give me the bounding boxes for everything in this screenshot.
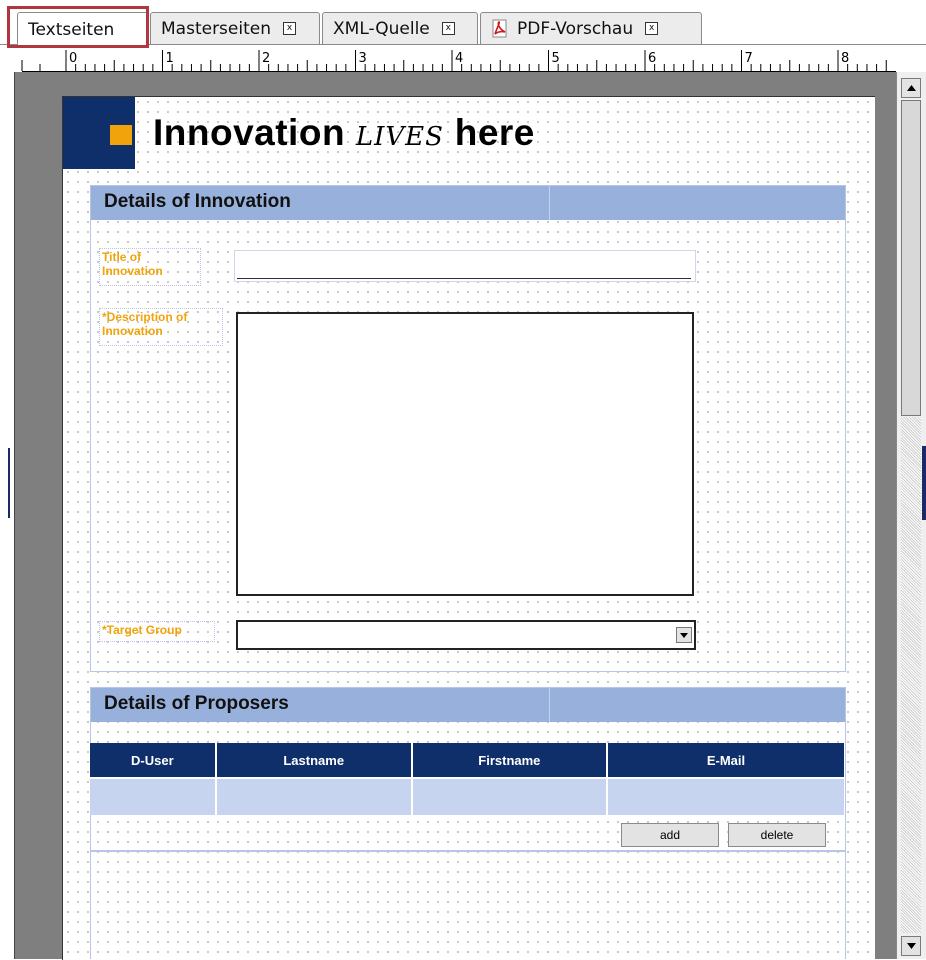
arrow-up-icon [906,85,916,91]
scroll-thumb[interactable] [901,100,921,416]
canvas-border [14,72,15,959]
close-icon[interactable]: x [441,22,455,35]
delete-row-button[interactable]: delete [728,823,826,847]
tab-label: XML-Quelle [333,18,430,39]
scroll-down-button[interactable] [901,936,921,956]
target-group-label: *Target Group [99,621,215,642]
header-divider [549,688,550,722]
form-title: Innovation LIVES here [153,112,535,154]
ruler-number: 6 [648,51,656,66]
column-header: D-User [90,743,217,778]
edge-marker [8,448,10,518]
table-row [90,777,844,815]
section-heading: Details of Proposers [104,693,289,714]
table-cell[interactable] [606,777,844,815]
tab-label: Masterseiten [161,18,271,39]
section-header: Details of Innovation [91,186,845,220]
title-field[interactable] [234,250,696,282]
scroll-track[interactable] [901,417,921,933]
title-script: LIVES [355,122,444,152]
ruler-number: 2 [262,51,270,66]
ruler-number: 0 [69,51,77,66]
left-margin [0,72,14,959]
tab-xml-quelle[interactable]: XML-Quelle x [322,12,478,44]
table-cell[interactable] [411,777,608,815]
header-divider [549,186,550,220]
ruler-ticks: 0 1 2 3 4 5 6 7 8 [21,50,887,71]
tab-bar: Textseiten Masterseiten x XML-Quelle x P… [0,0,926,48]
ruler-number: 3 [359,51,367,66]
ruler-number: 8 [841,51,849,66]
section-heading: Details of Innovation [104,191,291,212]
section-header: Details of Proposers [91,688,845,722]
column-header: Firstname [411,743,608,778]
ruler-number: 5 [552,51,560,66]
ruler-number: 7 [745,51,753,66]
target-group-select[interactable] [236,620,696,650]
pdf-icon [492,19,507,37]
close-icon[interactable]: x [283,22,296,35]
table-cell[interactable] [215,777,413,815]
horizontal-ruler: 0 1 2 3 4 5 6 7 8 [0,48,896,72]
arrow-down-icon [906,943,916,949]
column-header: E-Mail [606,743,844,778]
title-end: here [454,112,535,153]
title-field-underline [237,278,691,279]
header-accent-square [110,125,132,145]
table-cell[interactable] [90,777,217,815]
edge-marker [922,446,926,520]
ruler-number: 4 [455,51,463,66]
ruler-number: 1 [166,51,174,66]
description-field[interactable] [236,312,694,596]
tab-masterseiten[interactable]: Masterseiten x [150,12,320,44]
title-field-label: Title of Innovation [99,248,201,286]
tab-pdf-vorschau[interactable]: PDF-Vorschau x [480,12,702,44]
title-main: Innovation [153,112,346,153]
column-header: Lastname [215,743,413,778]
close-icon[interactable]: x [645,22,659,35]
tab-label: PDF-Vorschau [517,18,634,39]
description-field-label: *Description of Innovation [99,308,223,346]
chevron-down-icon[interactable] [676,627,692,643]
proposers-table: D-User Lastname Firstname E-Mail [90,743,844,815]
table-header-row: D-User Lastname Firstname E-Mail [90,743,844,778]
add-row-button[interactable]: add [621,823,719,847]
active-tab-highlight [7,6,149,48]
empty-form-area [90,851,846,959]
scroll-up-button[interactable] [901,78,921,98]
